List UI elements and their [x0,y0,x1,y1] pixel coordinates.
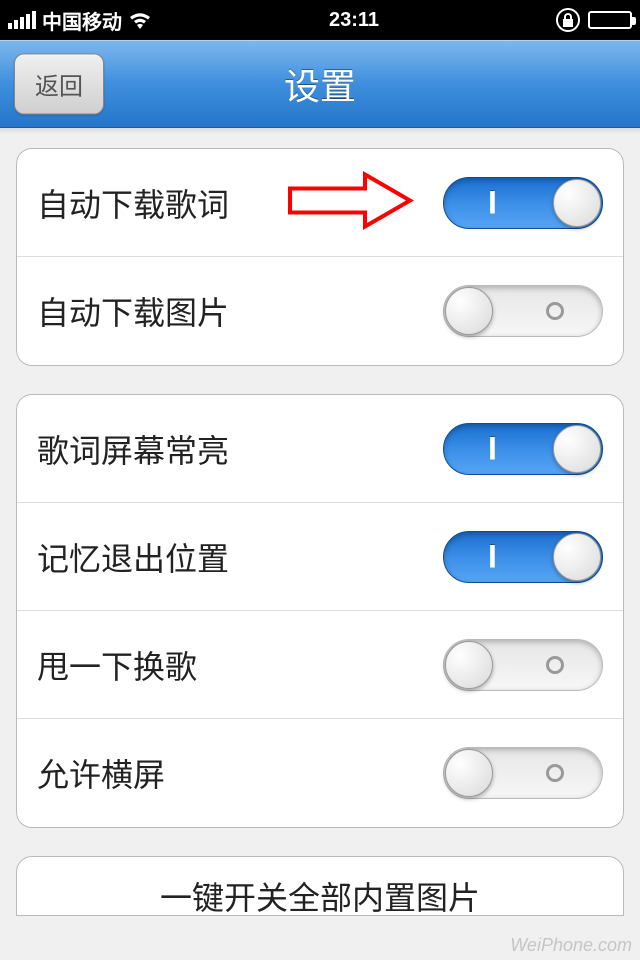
settings-group-partial: 一键开关全部内置图片 [16,856,624,916]
row-shake-to-change-song: 甩一下换歌 [17,611,623,719]
row-allow-landscape: 允许横屏 [17,719,623,827]
orientation-lock-icon [556,8,580,32]
row-label: 自动下载歌词 [37,180,229,226]
row-label: 甩一下换歌 [37,642,197,688]
settings-content: 自动下载歌词 I 自动下载图片 歌词屏幕常亮 I 记忆退出位置 [0,128,640,960]
row-label: 记忆退出位置 [37,534,229,580]
carrier-label: 中国移动 [42,6,122,35]
clock: 23:11 [152,9,556,32]
toggle-auto-download-images[interactable] [443,285,603,337]
row-label: 歌词屏幕常亮 [37,426,229,472]
battery-icon [588,11,632,29]
arrow-annotation-icon [285,170,415,235]
toggle-shake-to-change-song[interactable] [443,639,603,691]
toggle-auto-download-lyrics[interactable]: I [443,177,603,229]
toggle-lyrics-keep-screen-on[interactable]: I [443,423,603,475]
settings-group: 歌词屏幕常亮 I 记忆退出位置 I 甩一下换歌 允许横屏 [16,394,624,828]
back-button[interactable]: 返回 [14,53,104,114]
row-label: 一键开关全部内置图片 [160,873,480,916]
status-bar: 中国移动 23:11 [0,0,640,40]
row-label: 自动下载图片 [37,288,229,334]
row-label: 允许横屏 [37,750,165,796]
settings-group: 自动下载歌词 I 自动下载图片 [16,148,624,366]
nav-bar: 返回 设置 [0,40,640,128]
row-remember-exit-position: 记忆退出位置 I [17,503,623,611]
row-auto-download-images: 自动下载图片 [17,257,623,365]
signal-icon [8,11,36,29]
watermark: WeiPhone.com [510,935,632,956]
toggle-allow-landscape[interactable] [443,747,603,799]
toggle-remember-exit-position[interactable]: I [443,531,603,583]
page-title: 设置 [284,58,356,110]
wifi-icon [128,11,152,29]
row-lyrics-keep-screen-on: 歌词屏幕常亮 I [17,395,623,503]
row-auto-download-lyrics: 自动下载歌词 I [17,149,623,257]
